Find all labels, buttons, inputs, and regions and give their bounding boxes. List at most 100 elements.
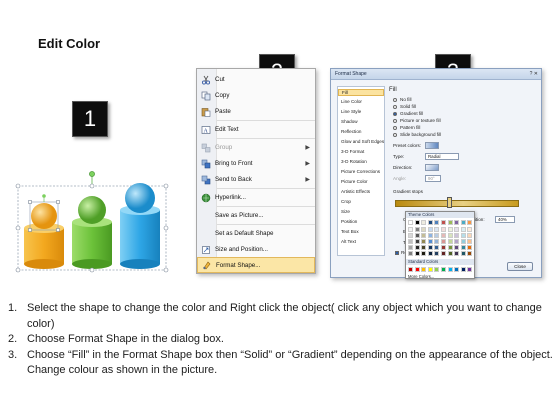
menu-item-group[interactable]: Group ▶ <box>197 140 315 155</box>
color-swatch[interactable] <box>447 245 453 250</box>
type-dropdown[interactable]: Radial <box>425 153 459 160</box>
nav-item-line-style[interactable]: Line Style <box>341 109 361 114</box>
close-button[interactable]: Close <box>507 262 533 271</box>
nav-item-glow[interactable]: Glow and Soft Edges <box>341 139 384 144</box>
nav-item-fill[interactable]: Fill <box>338 89 384 96</box>
radio-picture-fill[interactable] <box>393 119 397 123</box>
color-swatch[interactable] <box>467 245 473 250</box>
menu-item-cut[interactable]: Cut <box>197 72 315 87</box>
color-swatch[interactable] <box>414 220 420 225</box>
color-swatch[interactable] <box>447 251 453 256</box>
nav-item-alt-text[interactable]: Alt Text <box>341 239 356 244</box>
color-swatch[interactable] <box>447 267 453 272</box>
color-swatch[interactable] <box>427 239 433 244</box>
color-swatch[interactable] <box>454 245 460 250</box>
color-swatch[interactable] <box>427 227 433 232</box>
radio-pattern-fill[interactable] <box>393 126 397 130</box>
shapes-graphic[interactable] <box>14 170 174 280</box>
radio-solid-fill[interactable] <box>393 105 397 109</box>
color-swatch[interactable] <box>421 220 427 225</box>
color-swatch[interactable] <box>427 233 433 238</box>
color-swatch[interactable] <box>408 251 413 256</box>
menu-item-size-and-position[interactable]: Size and Position... <box>197 242 315 257</box>
menu-item-bring-to-front[interactable]: Bring to Front ▶ <box>197 156 315 171</box>
color-swatch[interactable] <box>414 233 420 238</box>
color-swatch[interactable] <box>427 251 433 256</box>
color-swatch[interactable] <box>467 227 473 232</box>
radio-slide-background-fill[interactable] <box>393 133 397 137</box>
color-swatch[interactable] <box>460 233 466 238</box>
color-swatch[interactable] <box>460 251 466 256</box>
color-swatch[interactable] <box>441 267 446 272</box>
menu-item-save-as-picture[interactable]: Save as Picture... <box>197 208 315 223</box>
color-swatch[interactable] <box>441 251 446 256</box>
color-swatch[interactable] <box>434 233 440 238</box>
rotate-with-shape-checkbox[interactable] <box>395 251 399 255</box>
color-swatch[interactable] <box>408 267 413 272</box>
color-swatch[interactable] <box>454 227 460 232</box>
color-swatch[interactable] <box>454 233 460 238</box>
nav-item-picture-corrections[interactable]: Picture Corrections <box>341 169 380 174</box>
nav-item-crop[interactable]: Crop <box>341 199 351 204</box>
nav-item-3d-rotation[interactable]: 3-D Rotation <box>341 159 367 164</box>
color-swatch[interactable] <box>454 267 460 272</box>
color-swatch[interactable] <box>447 227 453 232</box>
angle-input[interactable]: 90° <box>425 175 441 182</box>
nav-item-reflection[interactable]: Reflection <box>341 129 361 134</box>
color-swatch[interactable] <box>441 220 446 225</box>
color-swatch[interactable] <box>414 267 420 272</box>
color-swatch[interactable] <box>454 239 460 244</box>
color-swatch[interactable] <box>434 239 440 244</box>
nav-item-text-box[interactable]: Text Box <box>341 229 359 234</box>
color-swatch[interactable] <box>441 245 446 250</box>
menu-item-copy[interactable]: Copy <box>197 88 315 103</box>
color-swatch[interactable] <box>460 245 466 250</box>
menu-item-format-shape[interactable]: Format Shape... <box>197 257 315 273</box>
color-swatch[interactable] <box>467 233 473 238</box>
color-swatch[interactable] <box>447 239 453 244</box>
color-swatch[interactable] <box>454 220 460 225</box>
color-swatch[interactable] <box>434 245 440 250</box>
position-input[interactable]: 40% <box>495 216 515 223</box>
color-swatch[interactable] <box>408 233 413 238</box>
dialog-window-controls[interactable]: ? ✕ <box>530 71 538 77</box>
direction-dropdown[interactable] <box>425 164 439 171</box>
color-swatch[interactable] <box>421 245 427 250</box>
color-swatch[interactable] <box>421 267 427 272</box>
gradient-stops-bar[interactable] <box>395 200 519 207</box>
color-swatch[interactable] <box>414 239 420 244</box>
nav-item-picture-color[interactable]: Picture Color <box>341 179 368 184</box>
color-swatch[interactable] <box>414 251 420 256</box>
color-swatch[interactable] <box>441 233 446 238</box>
radio-gradient-fill[interactable] <box>393 112 397 116</box>
menu-item-edit-text[interactable]: A Edit Text <box>197 122 315 137</box>
nav-item-artistic-effects[interactable]: Artistic Effects <box>341 189 370 194</box>
color-swatch[interactable] <box>414 227 420 232</box>
color-swatch[interactable] <box>454 251 460 256</box>
color-swatch[interactable] <box>447 220 453 225</box>
color-swatch[interactable] <box>421 239 427 244</box>
color-swatch[interactable] <box>408 245 413 250</box>
color-swatch[interactable] <box>408 220 413 225</box>
color-swatch[interactable] <box>427 267 433 272</box>
color-swatch[interactable] <box>434 220 440 225</box>
radio-no-fill[interactable] <box>393 98 397 102</box>
gradient-stop-handle[interactable] <box>447 197 452 208</box>
menu-item-hyperlink[interactable]: Hyperlink... <box>197 190 315 205</box>
color-swatch[interactable] <box>408 227 413 232</box>
color-swatch[interactable] <box>441 227 446 232</box>
color-swatch[interactable] <box>460 267 466 272</box>
color-swatch[interactable] <box>414 245 420 250</box>
color-swatch[interactable] <box>434 227 440 232</box>
nav-item-shadow[interactable]: Shadow <box>341 119 358 124</box>
color-swatch[interactable] <box>460 220 466 225</box>
nav-item-3d-format[interactable]: 3-D Format <box>341 149 364 154</box>
color-swatch[interactable] <box>447 233 453 238</box>
color-swatch[interactable] <box>427 220 433 225</box>
nav-item-line-color[interactable]: Line Color <box>341 99 362 104</box>
color-swatch[interactable] <box>467 267 473 272</box>
menu-item-paste[interactable]: Paste <box>197 104 315 119</box>
menu-item-send-to-back[interactable]: Send to Back ▶ <box>197 172 315 187</box>
color-swatch[interactable] <box>434 267 440 272</box>
color-swatch[interactable] <box>441 239 446 244</box>
